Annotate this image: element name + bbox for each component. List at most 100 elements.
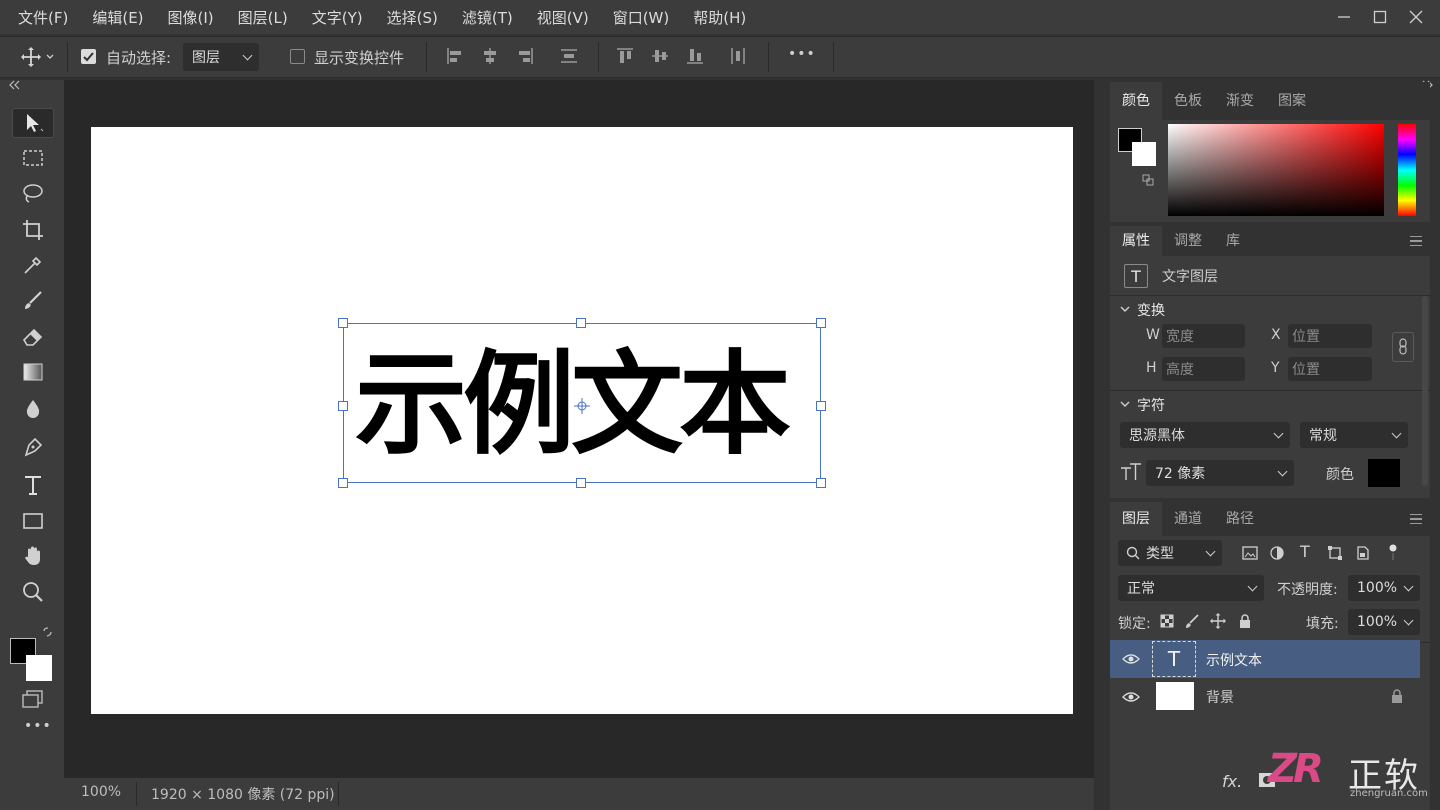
zoom-level[interactable]: 100% bbox=[81, 784, 121, 800]
zoom-tool[interactable] bbox=[12, 577, 54, 607]
layer-row-text[interactable]: T 示例文本 bbox=[1110, 640, 1420, 678]
x-position-field[interactable]: 位置 bbox=[1288, 324, 1372, 348]
hue-slider[interactable] bbox=[1398, 124, 1416, 216]
properties-scrollbar[interactable] bbox=[1422, 296, 1428, 486]
transform-handle-right[interactable] bbox=[816, 401, 826, 411]
lock-position-icon[interactable] bbox=[1210, 613, 1226, 629]
properties-menu-icon[interactable] bbox=[1410, 236, 1422, 246]
more-options-button[interactable]: ••• bbox=[788, 46, 816, 62]
font-family-dropdown[interactable]: 思源黑体 bbox=[1120, 422, 1290, 448]
menu-file[interactable]: 文件(F) bbox=[0, 7, 80, 28]
chevron-down-icon[interactable] bbox=[1120, 306, 1130, 314]
tab-properties[interactable]: 属性 bbox=[1110, 226, 1162, 256]
align-vertical-center-icon[interactable] bbox=[651, 47, 669, 65]
crop-tool[interactable] bbox=[12, 215, 54, 245]
filter-type-icon[interactable]: T bbox=[1300, 542, 1310, 561]
blend-mode-dropdown[interactable]: 正常 bbox=[1118, 575, 1264, 601]
reference-point-icon[interactable] bbox=[574, 398, 590, 414]
menu-help[interactable]: 帮助(H) bbox=[681, 7, 758, 28]
transform-handle-top[interactable] bbox=[576, 318, 586, 328]
rectangle-tool[interactable] bbox=[12, 506, 54, 536]
lock-transparent-pixels-icon[interactable] bbox=[1160, 614, 1174, 628]
align-top-icon[interactable] bbox=[616, 47, 634, 65]
tab-libraries[interactable]: 库 bbox=[1214, 226, 1252, 256]
menu-filter[interactable]: 滤镜(T) bbox=[450, 7, 525, 28]
hand-tool[interactable] bbox=[12, 541, 54, 571]
move-tool-preset-picker[interactable] bbox=[18, 46, 58, 68]
font-style-dropdown[interactable]: 常规 bbox=[1300, 422, 1408, 448]
transform-handle-top-right[interactable] bbox=[816, 318, 826, 328]
auto-select-dropdown[interactable]: 图层 bbox=[183, 43, 259, 71]
menu-layer[interactable]: 图层(L) bbox=[226, 7, 300, 28]
blur-tool[interactable] bbox=[12, 394, 54, 424]
layer-name[interactable]: 背景 bbox=[1206, 687, 1234, 707]
eyedropper-tool[interactable] bbox=[12, 250, 54, 280]
character-section-title[interactable]: 字符 bbox=[1137, 395, 1165, 415]
tab-patterns[interactable]: 图案 bbox=[1266, 82, 1318, 120]
gradient-tool[interactable] bbox=[12, 357, 54, 387]
menu-select[interactable]: 选择(S) bbox=[375, 7, 450, 28]
lock-image-pixels-icon[interactable] bbox=[1184, 613, 1200, 629]
lasso-tool[interactable] bbox=[12, 178, 54, 208]
tab-color[interactable]: 颜色 bbox=[1110, 82, 1162, 120]
tab-paths[interactable]: 路径 bbox=[1214, 502, 1266, 536]
y-position-field[interactable]: 位置 bbox=[1288, 357, 1372, 381]
minimize-button[interactable] bbox=[1326, 0, 1362, 34]
swap-colors-icon[interactable] bbox=[42, 626, 54, 638]
fill-field[interactable]: 100% bbox=[1348, 609, 1420, 635]
transform-handle-left[interactable] bbox=[338, 401, 348, 411]
filter-smart-object-icon[interactable] bbox=[1356, 546, 1370, 560]
background-color-swatch[interactable] bbox=[26, 655, 52, 681]
opacity-field[interactable]: 100% bbox=[1348, 575, 1420, 601]
distribute-vertical-icon[interactable] bbox=[729, 47, 747, 65]
menu-window[interactable]: 窗口(W) bbox=[601, 7, 682, 28]
tab-layers[interactable]: 图层 bbox=[1110, 502, 1162, 536]
type-tool[interactable] bbox=[12, 470, 54, 500]
eye-icon[interactable] bbox=[1122, 653, 1140, 665]
auto-select-checkbox[interactable] bbox=[81, 49, 96, 64]
transform-handle-bottom-right[interactable] bbox=[816, 478, 826, 488]
menu-image[interactable]: 图像(I) bbox=[156, 7, 226, 28]
align-left-icon[interactable] bbox=[446, 47, 464, 65]
tab-gradients[interactable]: 渐变 bbox=[1214, 82, 1266, 120]
transform-handle-bottom[interactable] bbox=[576, 478, 586, 488]
eye-icon[interactable] bbox=[1122, 691, 1140, 703]
lock-all-icon[interactable] bbox=[1238, 613, 1252, 629]
maximize-button[interactable] bbox=[1362, 0, 1398, 34]
layer-filter-dropdown[interactable]: 类型 bbox=[1118, 540, 1222, 566]
menu-type[interactable]: 文字(Y) bbox=[300, 7, 375, 28]
text-color-swatch[interactable] bbox=[1368, 459, 1400, 487]
filter-toggle-icon[interactable] bbox=[1388, 542, 1398, 562]
edit-toolbar-button[interactable]: ••• bbox=[24, 718, 52, 734]
align-horizontal-center-icon[interactable] bbox=[481, 47, 499, 65]
layer-effects-button[interactable]: fx. bbox=[1222, 772, 1242, 791]
marquee-tool[interactable] bbox=[12, 143, 54, 173]
chevron-down-icon[interactable] bbox=[1120, 401, 1130, 409]
layer-row-background[interactable]: 背景 bbox=[1110, 678, 1420, 716]
transform-section-title[interactable]: 变换 bbox=[1137, 300, 1165, 320]
panel-background-swatch[interactable] bbox=[1132, 142, 1156, 166]
filter-pixel-icon[interactable] bbox=[1242, 546, 1258, 560]
tab-channels[interactable]: 通道 bbox=[1162, 502, 1214, 536]
transform-handle-bottom-left[interactable] bbox=[338, 478, 348, 488]
tab-adjustments[interactable]: 调整 bbox=[1162, 226, 1214, 256]
pen-tool[interactable] bbox=[12, 432, 54, 462]
move-tool[interactable] bbox=[12, 108, 54, 138]
align-right-icon[interactable] bbox=[516, 47, 534, 65]
height-field[interactable]: 高度 bbox=[1162, 357, 1245, 381]
width-field[interactable]: 宽度 bbox=[1162, 324, 1245, 348]
filter-adjustment-icon[interactable] bbox=[1270, 546, 1284, 560]
layers-menu-icon[interactable] bbox=[1410, 514, 1422, 524]
font-size-dropdown[interactable]: 72 像素 bbox=[1146, 460, 1294, 486]
quick-mask-icon[interactable] bbox=[22, 690, 44, 708]
brush-tool[interactable] bbox=[12, 286, 54, 316]
menu-edit[interactable]: 编辑(E) bbox=[80, 7, 155, 28]
align-bottom-icon[interactable] bbox=[686, 47, 704, 65]
default-colors-icon[interactable] bbox=[1142, 174, 1154, 186]
layer-name[interactable]: 示例文本 bbox=[1206, 650, 1262, 670]
transform-handle-top-left[interactable] bbox=[338, 318, 348, 328]
close-button[interactable] bbox=[1398, 0, 1434, 34]
color-field[interactable] bbox=[1168, 124, 1384, 216]
collapse-panel-icon[interactable] bbox=[8, 80, 22, 90]
show-transform-checkbox[interactable] bbox=[290, 49, 305, 64]
